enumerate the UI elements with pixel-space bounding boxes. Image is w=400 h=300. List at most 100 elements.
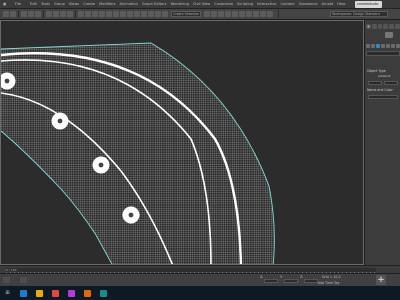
unlink-icon[interactable] xyxy=(28,11,34,17)
select-object-icon[interactable] xyxy=(46,11,52,17)
menu-item-modifiers[interactable]: Modifiers xyxy=(97,0,117,9)
object-type-button[interactable] xyxy=(368,81,382,85)
menu-item-scripting[interactable]: Scripting xyxy=(235,0,255,9)
menu-item-edit[interactable]: Edit xyxy=(28,0,39,9)
window-crossing-icon[interactable] xyxy=(67,11,73,17)
select-by-name-icon[interactable] xyxy=(53,11,59,17)
object-type-button[interactable] xyxy=(384,81,398,85)
keyboard-shortcut-icon[interactable] xyxy=(127,11,133,17)
bind-space-warp-icon[interactable] xyxy=(35,11,41,17)
x-coord-field[interactable] xyxy=(264,279,278,283)
file-explorer-icon[interactable] xyxy=(36,289,43,297)
percent-snap-icon[interactable] xyxy=(148,11,154,17)
geometry-icon[interactable] xyxy=(366,44,370,48)
angle-snap-icon[interactable] xyxy=(141,11,147,17)
menu-item-file[interactable]: File xyxy=(15,0,28,9)
toolbar-divider xyxy=(18,10,19,18)
autogrid-checkbox[interactable]: AutoGrid xyxy=(366,74,400,79)
rendered-frame-window-icon[interactable] xyxy=(260,11,266,17)
hierarchy-tab-icon[interactable] xyxy=(377,24,383,29)
time-slider[interactable]: 0 / 100 xyxy=(0,265,400,274)
menu-item-group[interactable]: Group xyxy=(52,0,67,9)
add-time-tag-label[interactable]: Add Time Tag xyxy=(318,281,339,285)
utilities-tab-icon[interactable] xyxy=(395,24,400,29)
command-panel: + Object Type AutoGrid Name and Color xyxy=(364,20,400,265)
edit-named-selection-icon[interactable] xyxy=(162,11,168,17)
display-tab-icon[interactable] xyxy=(389,24,395,29)
menu-item-help[interactable]: Help xyxy=(335,0,347,9)
3dsmax-icon[interactable] xyxy=(100,289,107,297)
link-icon[interactable] xyxy=(21,11,27,17)
object-category-icon[interactable] xyxy=(385,32,393,38)
menu-item-tools[interactable]: Tools xyxy=(39,0,52,9)
rotate-icon[interactable] xyxy=(85,11,91,17)
object-name-field[interactable] xyxy=(368,95,398,99)
create-tab[interactable]: + xyxy=(366,24,371,29)
main-toolbar: Create Selection Set Workspaces: Design … xyxy=(0,9,400,20)
helpers-icon[interactable] xyxy=(386,44,390,48)
selection-lock-icon[interactable] xyxy=(20,277,27,283)
perspective-viewport[interactable] xyxy=(0,20,364,265)
create-category-row xyxy=(366,44,400,50)
layer-explorer-icon[interactable] xyxy=(218,11,224,17)
systems-icon[interactable] xyxy=(396,44,400,48)
add-key-button[interactable]: + xyxy=(376,275,386,285)
selection-set-dropdown[interactable]: Create Selection Set xyxy=(171,11,201,17)
menu-item-animation[interactable]: Animation xyxy=(118,0,140,9)
status-bar: X: Y: Z: Grid = 10,0 Add Time Tag + xyxy=(0,273,400,286)
menu-item-create[interactable]: Create xyxy=(81,0,97,9)
y-coord-label: Y: xyxy=(280,275,283,279)
object-type-dropdown[interactable] xyxy=(366,51,400,56)
menu-item-graph-editors[interactable]: Graph Editors xyxy=(140,0,169,9)
space-warps-icon[interactable] xyxy=(391,44,395,48)
app-icon[interactable] xyxy=(68,289,75,297)
workspace-dropdown[interactable]: Workspaces: Design Standard xyxy=(330,11,388,17)
render-setup-icon[interactable] xyxy=(253,11,259,17)
menu-item-substance[interactable]: Substance xyxy=(297,0,320,9)
toggle-ribbon-icon[interactable] xyxy=(225,11,231,17)
scale-icon[interactable] xyxy=(92,11,98,17)
bolt-hole xyxy=(92,156,110,174)
move-icon[interactable] xyxy=(78,11,84,17)
reference-coordinate-icon[interactable] xyxy=(106,11,112,17)
curve-editor-icon[interactable] xyxy=(232,11,238,17)
render-production-icon[interactable] xyxy=(267,11,273,17)
menu-item-arnold[interactable]: Arnold xyxy=(320,0,336,9)
menu-item-content[interactable]: Content xyxy=(278,0,296,9)
cameras-icon[interactable] xyxy=(381,44,385,48)
menu-item-interactive[interactable]: Interactive xyxy=(255,0,278,9)
menu-item-views[interactable]: Views xyxy=(67,0,81,9)
undo-icon[interactable] xyxy=(3,11,9,17)
select-manipulate-icon[interactable] xyxy=(120,11,126,17)
material-editor-icon[interactable] xyxy=(246,11,252,17)
wireframe-mesh xyxy=(1,42,275,264)
rectangle-selection-icon[interactable] xyxy=(60,11,66,17)
lights-icon[interactable] xyxy=(376,44,380,48)
chrome-icon[interactable] xyxy=(52,289,59,297)
shapes-icon[interactable] xyxy=(371,44,375,48)
maxscript-listener-icon[interactable] xyxy=(3,277,10,283)
spinner-snap-icon[interactable] xyxy=(155,11,161,17)
menu-item-rendering[interactable]: Rendering xyxy=(169,0,191,9)
schematic-view-icon[interactable] xyxy=(239,11,245,17)
user-account-button[interactable]: cosmestudio xyxy=(355,1,382,8)
place-icon[interactable] xyxy=(99,11,105,17)
name-and-color-rollout[interactable]: Name and Color xyxy=(366,88,400,93)
motion-tab-icon[interactable] xyxy=(383,24,389,29)
mirror-icon[interactable] xyxy=(204,11,210,17)
app-icon[interactable] xyxy=(84,289,91,297)
redo-icon[interactable] xyxy=(10,11,16,17)
edge-browser-icon[interactable] xyxy=(20,289,27,297)
modify-tab-icon[interactable] xyxy=(371,24,377,29)
align-icon[interactable] xyxy=(211,11,217,17)
menu-item-civil-view[interactable]: Civil View xyxy=(191,0,212,9)
snaps-toggle-icon[interactable] xyxy=(134,11,140,17)
z-coord-field[interactable] xyxy=(304,279,318,283)
pivot-center-icon[interactable] xyxy=(113,11,119,17)
z-coord-label: Z: xyxy=(300,275,304,279)
menu-bar: ▣ File Edit Tools Group Views Create Mod… xyxy=(0,0,400,9)
y-coord-field[interactable] xyxy=(284,279,298,283)
windows-start-icon[interactable]: ⊞ xyxy=(4,290,11,297)
app-logo-icon[interactable]: ▣ xyxy=(3,0,15,9)
menu-item-customize[interactable]: Customize xyxy=(212,0,235,9)
